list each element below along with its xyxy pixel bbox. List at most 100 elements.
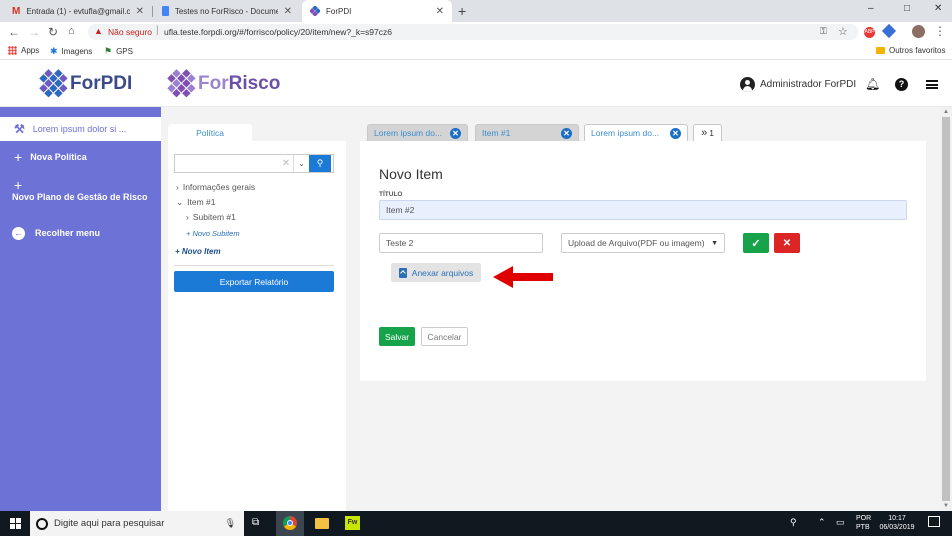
security-label: Não seguro: [108, 27, 152, 37]
url-field[interactable]: ▲ Não seguro | ufla.teste.forpdi.org/#/f…: [88, 24, 858, 40]
gps-icon: ⚑: [104, 46, 113, 56]
taskbar-fireworks[interactable]: Fw: [340, 511, 368, 536]
search-button[interactable]: ⚲: [309, 155, 331, 172]
taskbar-search[interactable]: Digite aqui para pesquisar 🎙︎: [30, 511, 244, 536]
browser-tab-title: ForPDI: [326, 6, 352, 16]
more-tabs-button[interactable]: » 1: [693, 124, 722, 141]
sidebar-item-label: Novo Plano de Gestão de Risco: [12, 192, 148, 202]
bookmark-apps[interactable]: Apps: [8, 46, 39, 55]
task-view-icon[interactable]: ⧉: [252, 517, 259, 528]
clear-icon[interactable]: ✕: [279, 155, 293, 172]
browser-tab-forpdi[interactable]: ForPDI ✕: [302, 0, 452, 22]
double-chevron-icon: »: [701, 127, 708, 139]
tab-divider: [152, 6, 153, 17]
star-icon[interactable]: ☆: [838, 25, 848, 38]
browser-tab-gmail[interactable]: M Entrada (1) - evtufla@gmail.com ✕: [4, 0, 152, 22]
field-name-input[interactable]: Teste 2: [379, 233, 543, 253]
url-text[interactable]: ufla.teste.forpdi.org/#/forrisco/policy/…: [164, 27, 392, 37]
title-input[interactable]: Item #2: [379, 200, 907, 220]
file-upload-icon: [398, 267, 407, 278]
network-icon[interactable]: ▭: [836, 517, 845, 528]
close-icon[interactable]: ✕: [136, 6, 144, 17]
forrisco-logo[interactable]: For Risco: [164, 68, 280, 100]
chevron-down-icon[interactable]: ⌄: [293, 155, 309, 172]
close-icon[interactable]: ✕: [561, 127, 572, 139]
close-icon[interactable]: ✕: [284, 6, 292, 17]
extension-icon[interactable]: [881, 23, 897, 39]
profile-avatar[interactable]: [912, 25, 925, 38]
new-subitem-link[interactable]: + Novo Subitem: [186, 229, 240, 238]
tab-item-3[interactable]: Lorem ipsum do... ✕: [584, 124, 688, 141]
keyboard-code: PTB: [856, 524, 870, 531]
hamburger-menu-icon[interactable]: [926, 80, 938, 89]
browser-menu-icon[interactable]: ⋮: [934, 24, 946, 38]
bookmark-gps[interactable]: ⚑ GPS: [104, 46, 133, 57]
scroll-up-icon[interactable]: ▲: [943, 109, 949, 115]
sidebar-item-nova-politica[interactable]: + Nova Política: [0, 149, 161, 165]
adblock-icon[interactable]: ABP: [864, 27, 875, 38]
bookmark-imagens[interactable]: ✱ Imagens: [50, 46, 92, 57]
close-icon[interactable]: ✕: [436, 6, 444, 17]
people-icon[interactable]: ⚲: [790, 517, 797, 528]
bell-icon[interactable]: 🔔︎: [865, 77, 880, 91]
taskbar-explorer[interactable]: [308, 511, 336, 536]
tab-item-1[interactable]: Lorem ipsum do... ✕: [367, 124, 468, 141]
notification-icon[interactable]: [928, 516, 940, 527]
new-tab-button[interactable]: +: [458, 3, 466, 19]
windows-start-icon[interactable]: [10, 518, 21, 529]
caret-down-icon: ▼: [711, 239, 718, 247]
confirm-field-button[interactable]: ✓: [743, 233, 769, 253]
tree-panel: ✕ ⌄ ⚲ › Informações gerais ⌄ Item #1 › Subi…: [168, 141, 346, 511]
language-indicator[interactable]: POR PTB: [856, 514, 871, 532]
clock[interactable]: 10:17 06/03/2019: [876, 514, 918, 532]
home-icon[interactable]: ⌂: [68, 25, 75, 37]
tab-politica[interactable]: Política: [168, 124, 252, 141]
more-tabs-count: 1: [709, 128, 714, 138]
scrollbar-thumb[interactable]: [942, 117, 950, 501]
browser-tab-docs[interactable]: Testes no ForRisco - Documentos ✕: [154, 0, 300, 22]
sidebar-item-recolher[interactable]: ← Recolher menu: [0, 225, 161, 241]
cancel-field-button[interactable]: ✕: [774, 233, 800, 253]
close-icon[interactable]: ✕: [450, 127, 461, 139]
export-report-button[interactable]: Exportar Relatório: [174, 271, 334, 292]
forrisco-logo-icon: [167, 69, 196, 98]
field-type-value: Upload de Arquivo(PDF ou imagem): [568, 238, 705, 248]
tree-node[interactable]: › Informações gerais: [176, 182, 255, 192]
maximize-button[interactable]: □: [904, 3, 910, 14]
tree-node-label: Subitem #1: [192, 212, 236, 222]
tree-node[interactable]: ⌄ Item #1: [176, 197, 215, 208]
minimize-button[interactable]: –: [868, 3, 874, 14]
user-menu[interactable]: Administrador ForPDI: [740, 77, 856, 92]
vertical-scrollbar[interactable]: ▲ ▼: [940, 107, 952, 511]
taskbar-chrome[interactable]: [276, 511, 304, 536]
help-icon[interactable]: ?: [895, 78, 908, 91]
sidebar-item-label: Nova Política: [30, 152, 87, 162]
microphone-icon[interactable]: 🎙︎: [225, 518, 236, 529]
sidebar-item-novo-plano[interactable]: Novo Plano de Gestão de Risco: [0, 191, 161, 203]
chrome-icon-center: [287, 520, 293, 526]
bookmark-label: Imagens: [61, 47, 93, 56]
warning-icon: ▲: [94, 26, 103, 36]
bookmark-other[interactable]: Outros favoritos: [876, 46, 945, 55]
tree-node[interactable]: › Subitem #1: [186, 212, 236, 222]
save-button[interactable]: Salvar: [379, 327, 415, 346]
back-icon[interactable]: ←: [8, 25, 20, 39]
reload-icon[interactable]: ↻: [48, 25, 58, 39]
language-code: POR: [856, 515, 872, 522]
key-icon[interactable]: ⚿: [820, 26, 827, 37]
new-item-link[interactable]: + Novo Item: [175, 247, 221, 256]
forpdi-logo[interactable]: ForPDI: [36, 68, 132, 100]
red-arrow-annotation: [493, 266, 553, 288]
sidebar-item-current-plan[interactable]: ⚒ Lorem ipsum dolor si ...: [0, 117, 161, 141]
forward-icon[interactable]: →: [28, 25, 40, 39]
cancel-button[interactable]: Cancelar: [421, 327, 468, 346]
tree-search-input[interactable]: [175, 155, 279, 172]
attach-files-button[interactable]: Anexar arquivos: [391, 263, 481, 282]
field-type-select[interactable]: Upload de Arquivo(PDF ou imagem) ▼: [561, 233, 725, 253]
tab-item-2[interactable]: Item #1 ✕: [475, 124, 579, 141]
attach-files-label: Anexar arquivos: [411, 267, 474, 278]
scroll-down-icon[interactable]: ▼: [943, 503, 949, 509]
close-window-button[interactable]: ✕: [934, 3, 942, 14]
chevron-up-icon[interactable]: ⌃: [818, 517, 826, 528]
close-icon[interactable]: ✕: [670, 127, 681, 139]
